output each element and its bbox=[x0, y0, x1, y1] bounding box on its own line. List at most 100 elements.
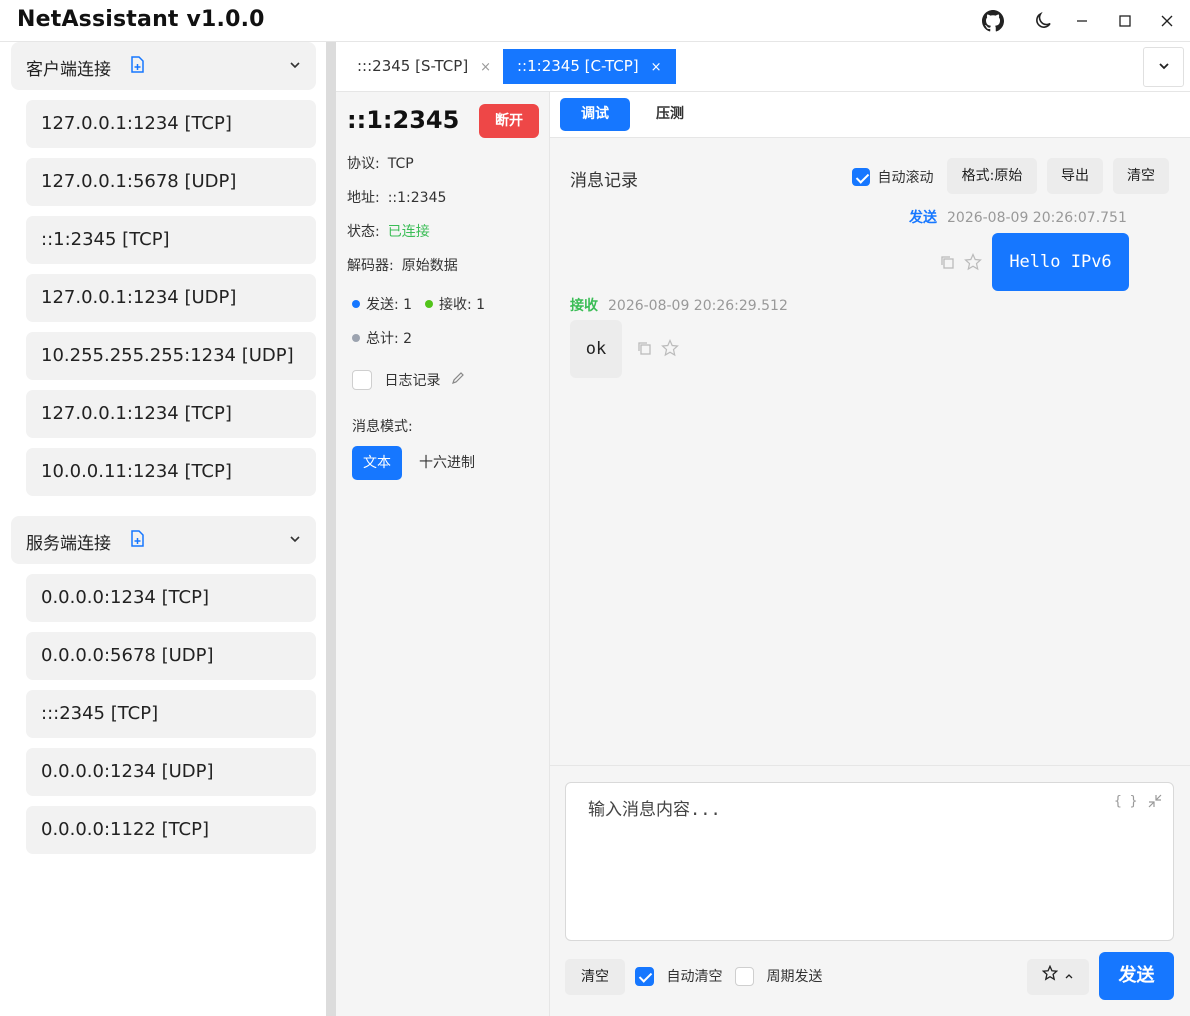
status-value: 已连接 bbox=[387, 224, 430, 240]
message-time: 2026-08-09 20:26:29.512 bbox=[608, 298, 788, 314]
sent-dot bbox=[352, 300, 360, 308]
connection-tabs: :::2345 [S-TCP] × ::1:2345 [C-TCP] × bbox=[336, 42, 1190, 92]
sent-message-bubble: Hello IPv6 bbox=[992, 233, 1129, 291]
total-stat: 总计: 2 bbox=[352, 328, 412, 348]
periodic-send-toggle[interactable]: 周期发送 bbox=[735, 966, 822, 986]
server-item[interactable]: 0.0.0.0:5678 [UDP] bbox=[26, 632, 316, 680]
connection-info-panel: ::1:2345 断开 协议: TCP 地址:::1:2345 状态: 已连接 解码… bbox=[336, 92, 550, 1016]
maximize-icon[interactable] bbox=[1112, 8, 1138, 34]
client-group-header[interactable]: 客户端连接 bbox=[11, 42, 316, 90]
close-icon[interactable] bbox=[1154, 8, 1180, 34]
copy-icon[interactable] bbox=[939, 254, 955, 274]
sidebar-splitter[interactable] bbox=[326, 42, 336, 1016]
main-subtabs: 调试 压测 bbox=[550, 92, 1190, 138]
recv-message-bubble: ok bbox=[570, 320, 622, 378]
status-row: 状态: 已连接 bbox=[347, 221, 430, 241]
log-record-row: 日志记录 bbox=[352, 370, 465, 390]
periodic-send-checkbox[interactable] bbox=[735, 966, 754, 986]
format-button[interactable]: 格式:原始 bbox=[947, 158, 1037, 194]
chevron-down-icon[interactable] bbox=[288, 57, 302, 76]
star-icon bbox=[1041, 959, 1059, 995]
mode-hex-button[interactable]: 十六进制 bbox=[410, 446, 484, 480]
log-label: 日志记录 bbox=[384, 373, 441, 389]
export-button[interactable]: 导出 bbox=[1047, 158, 1103, 194]
close-icon[interactable]: × bbox=[480, 60, 491, 75]
tab-debug[interactable]: 调试 bbox=[560, 98, 630, 131]
chevron-up-icon bbox=[1064, 959, 1074, 995]
address-value: ::1:2345 bbox=[387, 190, 447, 206]
send-button[interactable]: 发送 bbox=[1099, 952, 1174, 1000]
tab-label: :::2345 [S-TCP] bbox=[357, 57, 469, 75]
tab-stress[interactable]: 压测 bbox=[635, 98, 705, 131]
star-icon[interactable] bbox=[964, 253, 982, 275]
protocol-label: 协议: bbox=[347, 156, 380, 172]
status-label: 状态: bbox=[347, 224, 380, 240]
client-item[interactable]: 10.0.0.11:1234 [TCP] bbox=[26, 448, 316, 496]
sent-count: 发送: 1 bbox=[366, 297, 413, 313]
client-item[interactable]: 127.0.0.1:5678 [UDP] bbox=[26, 158, 316, 206]
chevron-down-icon bbox=[1157, 58, 1171, 77]
braces-icon[interactable]: { } bbox=[1114, 794, 1137, 809]
decoder-label: 解码器: bbox=[347, 258, 394, 274]
star-icon[interactable] bbox=[661, 339, 679, 361]
auto-clear-label: 自动清空 bbox=[666, 969, 723, 985]
client-item[interactable]: 127.0.0.1:1234 [TCP] bbox=[26, 100, 316, 148]
moon-icon[interactable] bbox=[1030, 8, 1056, 34]
client-item[interactable]: ::1:2345 [TCP] bbox=[26, 216, 316, 264]
close-icon[interactable]: × bbox=[651, 60, 662, 75]
tab-client-tcp[interactable]: ::1:2345 [C-TCP] × bbox=[503, 49, 676, 84]
message-input-box: { } bbox=[565, 782, 1174, 941]
add-file-icon[interactable] bbox=[129, 56, 145, 78]
auto-scroll-checkbox[interactable] bbox=[852, 168, 870, 186]
decoder-row: 解码器: 原始数据 bbox=[347, 255, 458, 275]
add-file-icon[interactable] bbox=[129, 530, 145, 552]
server-item[interactable]: 0.0.0.0:1234 [TCP] bbox=[26, 574, 316, 622]
server-group-header[interactable]: 服务端连接 bbox=[11, 516, 316, 564]
address-row: 地址:::1:2345 bbox=[347, 187, 446, 207]
client-item[interactable]: 127.0.0.1:1234 [UDP] bbox=[26, 274, 316, 322]
clear-log-button[interactable]: 清空 bbox=[1113, 158, 1169, 194]
client-item[interactable]: 10.255.255.255:1234 [UDP] bbox=[26, 332, 316, 380]
connection-title: ::1:2345 bbox=[347, 106, 460, 134]
server-group-title: 服务端连接 bbox=[26, 534, 111, 554]
message-log: 消息记录 自动滚动 格式:原始 导出 清空 发送 2026-08-09 20:26… bbox=[550, 138, 1190, 766]
auto-scroll-label: 自动滚动 bbox=[877, 170, 934, 186]
collapse-icon[interactable] bbox=[1147, 793, 1163, 813]
github-icon[interactable] bbox=[980, 8, 1006, 34]
protocol-row: 协议: TCP bbox=[347, 153, 414, 173]
decoder-value: 原始数据 bbox=[401, 258, 458, 274]
recv-dot bbox=[425, 300, 433, 308]
copy-icon[interactable] bbox=[636, 340, 652, 360]
clear-input-button[interactable]: 清空 bbox=[565, 959, 625, 995]
chevron-down-icon[interactable] bbox=[288, 531, 302, 550]
pencil-icon[interactable] bbox=[451, 372, 465, 389]
sent-stat: 发送: 1 bbox=[352, 294, 412, 314]
address-label: 地址: bbox=[347, 190, 380, 206]
message-direction: 发送 bbox=[909, 210, 937, 226]
auto-clear-checkbox[interactable] bbox=[635, 966, 654, 986]
title-bar: NetAssistant v1.0.0 bbox=[0, 0, 1190, 42]
log-checkbox[interactable] bbox=[352, 370, 372, 390]
auto-clear-toggle[interactable]: 自动清空 bbox=[635, 966, 722, 986]
message-input[interactable] bbox=[566, 783, 1173, 940]
message-direction: 接收 bbox=[570, 298, 598, 314]
server-item[interactable]: 0.0.0.0:1122 [TCP] bbox=[26, 806, 316, 854]
client-group-title: 客户端连接 bbox=[26, 60, 111, 80]
mode-label: 消息模式: bbox=[352, 419, 413, 435]
input-area: { } 清空 自动清空 周期发送 发送 bbox=[550, 766, 1190, 1016]
recv-count: 接收: 1 bbox=[439, 297, 486, 313]
favorites-button[interactable] bbox=[1027, 959, 1089, 995]
tab-server-tcp[interactable]: :::2345 [S-TCP] × bbox=[343, 49, 505, 84]
minimize-icon[interactable] bbox=[1069, 8, 1095, 34]
protocol-value: TCP bbox=[387, 156, 414, 172]
disconnect-button[interactable]: 断开 bbox=[479, 104, 539, 138]
server-item[interactable]: 0.0.0.0:1234 [UDP] bbox=[26, 748, 316, 796]
client-item[interactable]: 127.0.0.1:1234 [TCP] bbox=[26, 390, 316, 438]
recv-stat: 接收: 1 bbox=[425, 294, 485, 314]
tabs-dropdown-button[interactable] bbox=[1143, 47, 1184, 87]
total-count: 总计: 2 bbox=[366, 331, 413, 347]
auto-scroll-toggle[interactable]: 自动滚动 bbox=[852, 167, 933, 187]
mode-text-button[interactable]: 文本 bbox=[352, 446, 402, 480]
periodic-send-label: 周期发送 bbox=[766, 969, 823, 985]
server-item[interactable]: :::2345 [TCP] bbox=[26, 690, 316, 738]
